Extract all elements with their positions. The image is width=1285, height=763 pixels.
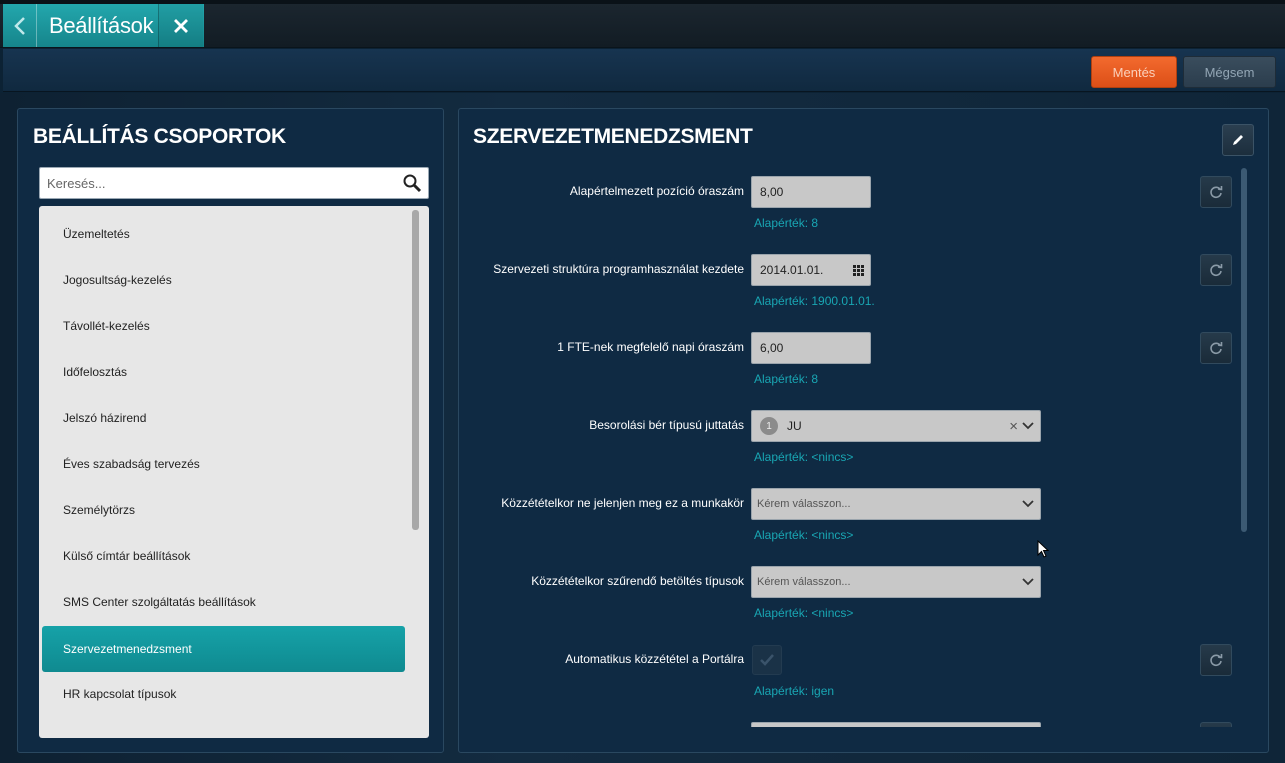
chevron-down-icon[interactable] [1022,576,1034,588]
select-placeholder: Kérem válasszon... [757,576,851,588]
search-input[interactable] [47,169,387,197]
refresh-icon [1210,186,1223,199]
list-item-jogosultsag[interactable]: Jogosultság-kezelés [42,257,405,303]
close-button[interactable] [158,4,203,47]
reset-button[interactable] [1200,254,1232,286]
list-item-jelszo[interactable]: Jelszó házirend [42,395,405,441]
fte-oraszam-input[interactable]: 6,00 [751,332,871,364]
selection-count-badge: 1 [760,417,778,435]
default-value: Alapérték: 1900.01.01. [754,294,875,308]
settings-tab: Beállítások [3,4,204,47]
settings-group-list: Üzemeltetés Jogosultság-kezelés Távollét… [39,206,429,738]
default-value: Alapérték: 8 [754,216,819,230]
search-icon[interactable] [402,173,422,198]
betoltes-tipusok-select[interactable]: Kérem válasszon... [751,566,1041,598]
default-value: Alapérték: <nincs> [754,450,854,464]
struktura-kezdete-date-input[interactable]: 2014.01.01. [751,254,871,286]
list-item-hr-kapcsolat[interactable]: HR kapcsolat típusok [42,671,405,717]
list-item-tavollet[interactable]: Távollét-kezelés [42,303,405,349]
search-box [39,167,429,199]
settings-form: Alapértelmezett pozíció óraszám 8,00 Ala… [459,168,1239,727]
list-item-szervezetmenedzsment[interactable]: Szervezetmenedzsment [42,626,405,672]
default-value: Alapérték: <nincs> [754,528,854,542]
automatikus-kozzetetel-checkbox[interactable] [752,645,782,675]
mouse-cursor-icon [1037,540,1049,558]
settings-groups-title: BEÁLLÍTÁS CSOPORTOK [33,125,286,148]
reset-button[interactable] [1200,722,1232,727]
section-title: SZERVEZETMENEDZSMENT [473,125,753,148]
refresh-icon [1210,264,1223,277]
calendar-icon[interactable] [853,265,864,276]
checkmark-icon [760,654,774,666]
refresh-icon [1210,654,1223,667]
list-item-sms-center[interactable]: SMS Center szolgáltatás beállítások [42,579,405,625]
clear-icon[interactable]: × [1009,418,1018,435]
close-icon [174,18,188,33]
list-item-uzemeltetes[interactable]: Üzemeltetés [42,211,405,257]
list-scrollbar[interactable] [412,210,419,530]
default-value: Alapérték: 8 [754,372,819,386]
setting-label-munkakor: Közzétételkor ne jelenjen meg ez a munka… [501,496,744,510]
reset-button[interactable] [1200,644,1232,676]
setting-label-betoltes-tipusok: Közzétételkor szűrendő betöltés típusok [531,574,744,588]
back-button[interactable] [3,4,37,47]
chevron-left-icon [13,16,25,35]
chevron-down-icon[interactable] [1022,420,1034,432]
setting-label-struktura-kezdete: Szervezeti struktúra programhasználat ke… [493,262,744,276]
list-item-kulso-cimtar[interactable]: Külső címtár beállítások [42,533,405,579]
pozicio-oraszam-input[interactable]: 8,00 [751,176,871,208]
default-value: Alapérték: <nincs> [754,606,854,620]
reset-button[interactable] [1200,332,1232,364]
edit-button[interactable] [1222,124,1254,156]
page-title: Beállítások [49,12,154,38]
cancel-button[interactable]: Mégsem [1183,56,1276,88]
setting-label-besorolasi-ber: Besorolási bér típusú juttatás [589,418,744,432]
pencil-icon [1233,135,1243,145]
refresh-icon [1210,342,1223,355]
selected-value: JU [787,419,802,433]
next-setting-field[interactable] [751,722,1041,727]
reset-button[interactable] [1200,176,1232,208]
list-item-szemelytorzs[interactable]: Személytörzs [42,487,405,533]
list-item-eves-szabadsag[interactable]: Éves szabadság tervezés [42,441,405,487]
list-item-idofelosztas[interactable]: Időfelosztás [42,349,405,395]
setting-label-automatikus-kozzetetel: Automatikus közzététel a Portálra [565,652,744,666]
select-placeholder: Kérem válasszon... [757,498,851,510]
save-button[interactable]: Mentés [1091,56,1177,88]
setting-label-pozicio-oraszam: Alapértelmezett pozíció óraszám [569,184,744,198]
detail-scrollbar[interactable] [1241,168,1247,532]
setting-label-fte-oraszam: 1 FTE-nek megfelelő napi óraszám [557,340,744,354]
besorolasi-ber-multiselect[interactable]: 1 JU × [751,410,1041,442]
chevron-down-icon[interactable] [1022,498,1034,510]
default-value: Alapérték: igen [754,684,835,698]
date-value: 2014.01.01. [760,263,824,277]
munkakor-select[interactable]: Kérem válasszon... [751,488,1041,520]
